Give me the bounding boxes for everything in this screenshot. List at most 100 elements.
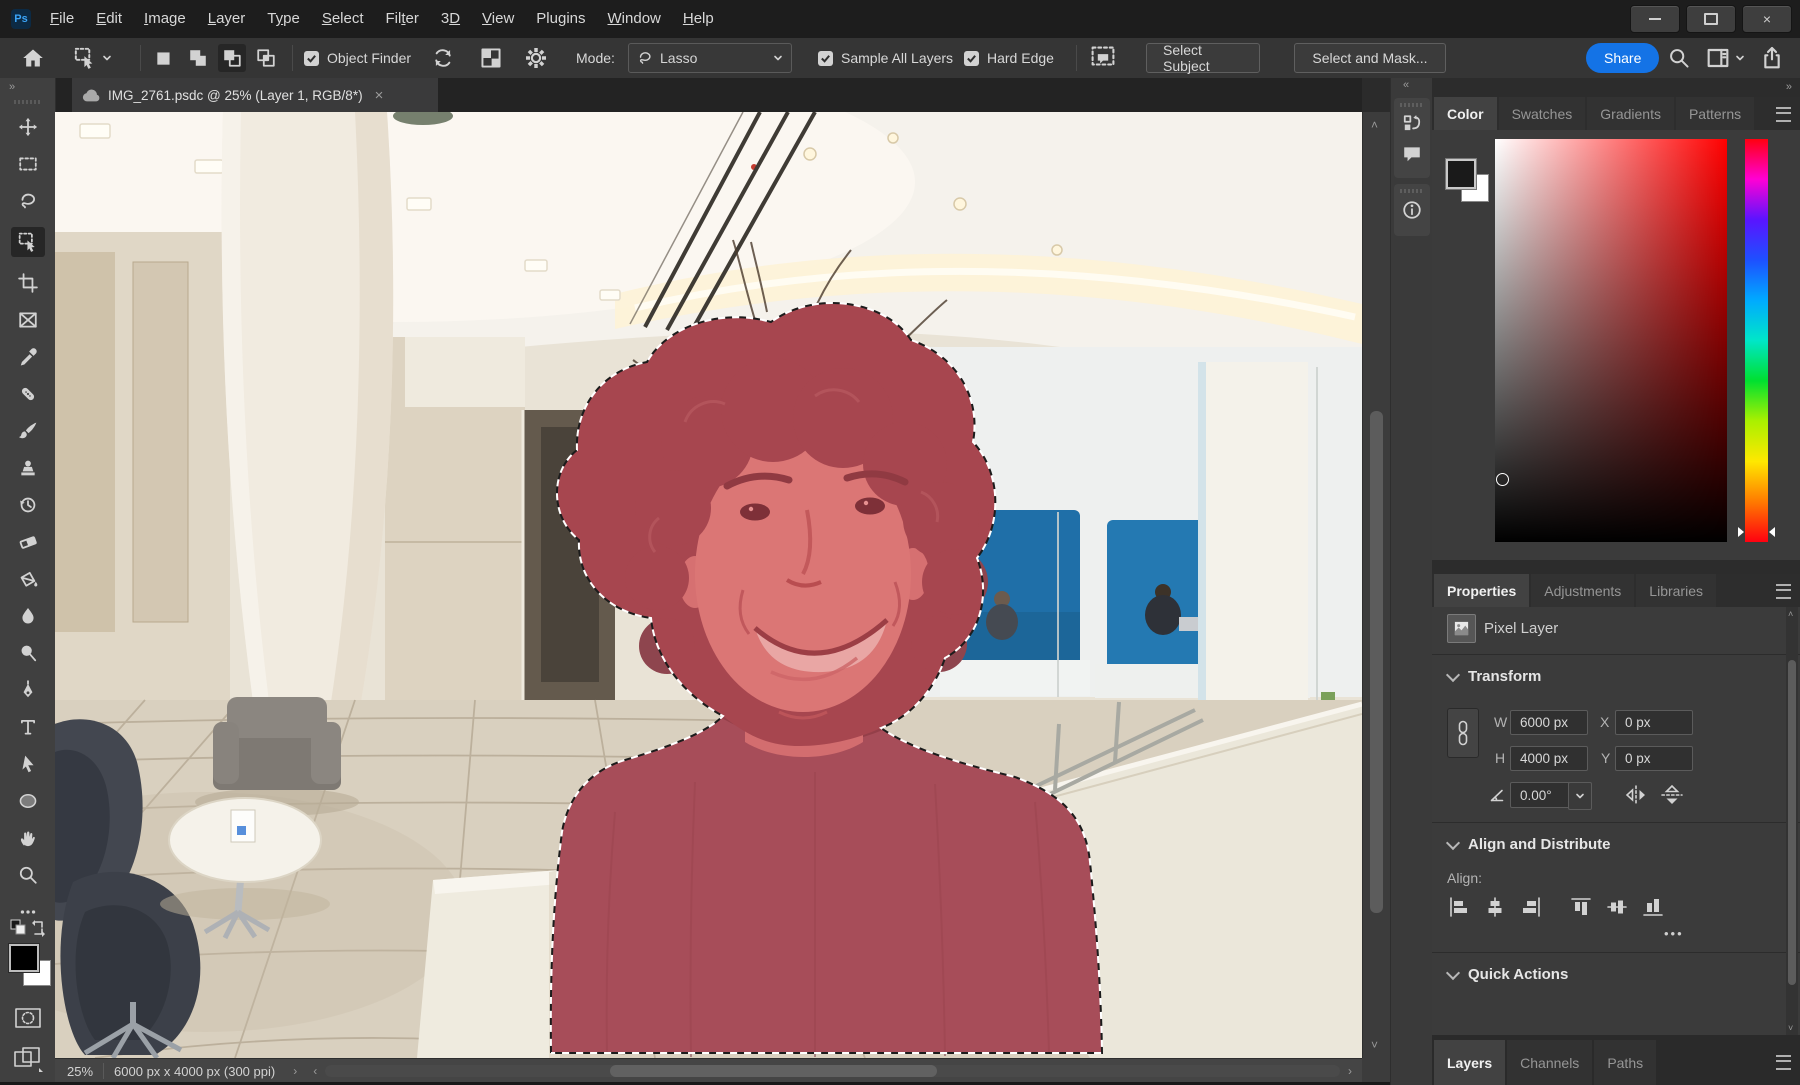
add-to-selection-button[interactable]: [184, 44, 212, 72]
export-share-button[interactable]: [1760, 38, 1784, 78]
eyedropper-tool[interactable]: [11, 346, 45, 368]
select-and-mask-button[interactable]: Select and Mask...: [1294, 43, 1446, 73]
tab-layers[interactable]: Layers: [1434, 1040, 1505, 1085]
intersect-selection-button[interactable]: [252, 44, 280, 72]
align-left-edges-button[interactable]: [1446, 894, 1472, 920]
align-more-options-button[interactable]: •••: [1664, 926, 1684, 941]
tab-paths[interactable]: Paths: [1594, 1040, 1656, 1085]
status-menu-icon[interactable]: ›: [293, 1064, 297, 1078]
zoom-level-field[interactable]: 25%: [67, 1064, 93, 1079]
tab-patterns[interactable]: Patterns: [1676, 97, 1754, 130]
tab-channels[interactable]: Channels: [1507, 1040, 1592, 1085]
color-panel-fg-bg[interactable]: [1446, 159, 1492, 205]
align-vertical-centers-button[interactable]: [1604, 894, 1630, 920]
close-button[interactable]: ×: [1742, 5, 1792, 33]
menu-image[interactable]: Image: [133, 0, 197, 38]
angle-dropdown-button[interactable]: [1568, 782, 1592, 810]
scroll-down-icon[interactable]: ˅: [1788, 1023, 1793, 1033]
align-horizontal-centers-button[interactable]: [1482, 894, 1508, 920]
width-input[interactable]: 6000 px: [1510, 710, 1588, 735]
path-selection-tool[interactable]: [11, 753, 45, 775]
menu-type[interactable]: Type: [256, 0, 311, 38]
pen-tool[interactable]: [11, 679, 45, 701]
foreground-color-swatch[interactable]: [1446, 159, 1476, 189]
zoom-tool[interactable]: [11, 864, 45, 886]
menu-3d[interactable]: 3D: [430, 0, 471, 38]
mode-dropdown[interactable]: Lasso: [628, 43, 792, 73]
vertical-scroll-thumb[interactable]: [1370, 411, 1383, 913]
rectangular-marquee-tool[interactable]: [11, 153, 45, 175]
height-input[interactable]: 4000 px: [1510, 746, 1588, 771]
menu-view[interactable]: View: [471, 0, 525, 38]
paint-bucket-tool[interactable]: [11, 568, 45, 590]
tab-adjustments[interactable]: Adjustments: [1531, 574, 1634, 607]
menu-plugins[interactable]: Plugins: [525, 0, 596, 38]
sample-all-layers-checkbox[interactable]: Sample All Layers: [818, 38, 953, 78]
menu-file[interactable]: File: [39, 0, 85, 38]
workspace-switcher[interactable]: [1706, 38, 1745, 78]
quick-actions-section-header[interactable]: Quick Actions: [1448, 966, 1568, 983]
panel-menu-icon[interactable]: [1776, 1055, 1791, 1070]
hue-slider-arrow[interactable]: [1769, 527, 1775, 537]
spot-healing-brush-tool[interactable]: [11, 383, 45, 405]
menu-edit[interactable]: Edit: [85, 0, 133, 38]
crop-tool[interactable]: [11, 272, 45, 294]
properties-scrollbar[interactable]: ˄ ˅: [1786, 607, 1798, 1035]
minimize-button[interactable]: [1630, 5, 1680, 33]
version-history-button[interactable]: [1394, 109, 1430, 139]
ellipse-tool[interactable]: [11, 790, 45, 812]
maximize-button[interactable]: [1686, 5, 1736, 33]
brush-tool[interactable]: [11, 420, 45, 442]
screen-mode-button[interactable]: [12, 1044, 44, 1072]
menu-window[interactable]: Window: [597, 0, 672, 38]
y-input[interactable]: 0 px: [1615, 746, 1693, 771]
document-tab[interactable]: IMG_2761.psdc @ 25% (Layer 1, RGB/8*) ×: [72, 78, 438, 112]
panel-menu-icon[interactable]: [1776, 107, 1791, 122]
info-button[interactable]: [1394, 195, 1430, 225]
scroll-left-icon[interactable]: ‹: [313, 1064, 317, 1078]
saturation-brightness-field[interactable]: [1495, 139, 1727, 542]
tool-preset-button[interactable]: [74, 38, 112, 78]
overlay-options-button[interactable]: [480, 38, 502, 78]
expand-panels-icon[interactable]: »: [1786, 81, 1790, 93]
dock-grip[interactable]: [1400, 103, 1424, 107]
scroll-up-icon[interactable]: ˄: [1371, 118, 1378, 132]
foreground-color-swatch[interactable]: [9, 944, 39, 972]
move-tool[interactable]: [11, 116, 45, 138]
color-field-cursor[interactable]: [1496, 473, 1509, 486]
align-bottom-edges-button[interactable]: [1640, 894, 1666, 920]
toolbar-grip[interactable]: [14, 100, 40, 104]
align-right-edges-button[interactable]: [1518, 894, 1544, 920]
home-button[interactable]: [22, 38, 44, 78]
vertical-scrollbar[interactable]: ˄ ˅: [1362, 112, 1391, 1058]
flip-vertical-button[interactable]: [1660, 784, 1684, 806]
menu-filter[interactable]: Filter: [375, 0, 430, 38]
dodge-tool[interactable]: [11, 642, 45, 664]
foreground-background-swatch[interactable]: [9, 944, 55, 992]
dock-grip[interactable]: [1400, 189, 1424, 193]
frame-tool[interactable]: [11, 309, 45, 331]
properties-scroll-thumb[interactable]: [1788, 660, 1796, 985]
menu-layer[interactable]: Layer: [197, 0, 257, 38]
collapse-toolbar-icon[interactable]: »: [9, 81, 13, 93]
constrain-proportions-toggle[interactable]: [1447, 708, 1479, 758]
eraser-tool[interactable]: [11, 531, 45, 553]
menu-select[interactable]: Select: [311, 0, 375, 38]
share-button[interactable]: Share: [1586, 43, 1659, 73]
scroll-down-icon[interactable]: ˅: [1371, 1038, 1378, 1052]
blur-tool[interactable]: [11, 605, 45, 627]
tab-color[interactable]: Color: [1434, 97, 1497, 130]
tab-gradients[interactable]: Gradients: [1587, 97, 1674, 130]
object-selection-tool[interactable]: [11, 227, 45, 257]
menu-help[interactable]: Help: [672, 0, 725, 38]
type-tool[interactable]: [11, 716, 45, 738]
select-subject-button[interactable]: Select Subject: [1146, 43, 1260, 73]
flip-horizontal-button[interactable]: [1624, 784, 1648, 806]
tab-libraries[interactable]: Libraries: [1636, 574, 1716, 607]
x-input[interactable]: 0 px: [1615, 710, 1693, 735]
history-brush-tool[interactable]: [11, 494, 45, 516]
align-section-header[interactable]: Align and Distribute: [1448, 836, 1611, 853]
collapse-panels-icon[interactable]: «: [1403, 79, 1407, 91]
hard-edge-checkbox[interactable]: Hard Edge: [964, 38, 1054, 78]
refresh-object-finder-button[interactable]: [432, 38, 454, 78]
